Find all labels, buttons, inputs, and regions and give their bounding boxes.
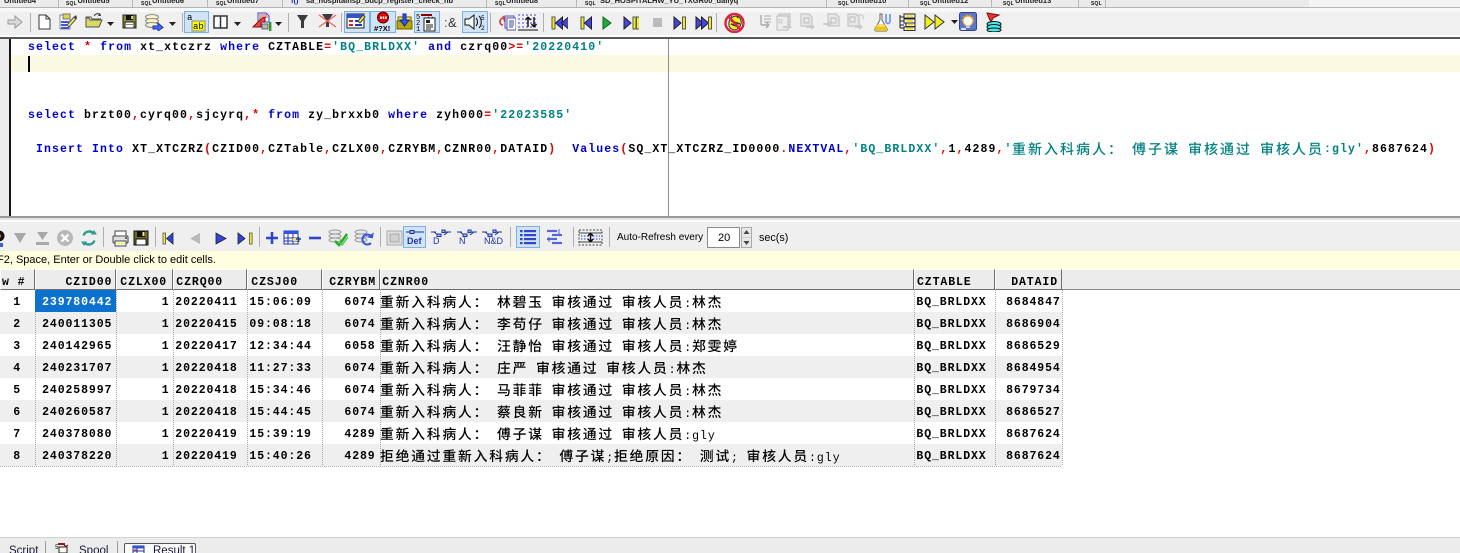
svg-text::gly: :gly bbox=[684, 430, 716, 443]
svg-text:;: ; bbox=[731, 452, 747, 465]
svg-text:&: & bbox=[448, 15, 457, 30]
svg-text::: : bbox=[684, 342, 692, 355]
svg-text::: : bbox=[668, 364, 676, 377]
svg-text:Def: Def bbox=[407, 236, 423, 246]
svg-text:5: 5 bbox=[481, 15, 485, 22]
svg-text:5: 5 bbox=[55, 544, 59, 551]
svg-text:#?X!: #?X! bbox=[374, 24, 390, 32]
svg-text:R: R bbox=[778, 19, 783, 26]
svg-text:ab: ab bbox=[193, 22, 204, 32]
svg-text::: : bbox=[684, 320, 692, 333]
svg-text::: : bbox=[684, 298, 692, 311]
svg-text:N: N bbox=[459, 236, 466, 246]
svg-text:1: 1 bbox=[416, 26, 420, 32]
svg-text::: : bbox=[684, 386, 692, 399]
svg-text::gly: :gly bbox=[809, 452, 841, 465]
svg-text:;: ; bbox=[606, 452, 614, 465]
svg-text:2: 2 bbox=[481, 25, 485, 32]
svg-text::: : bbox=[684, 408, 692, 421]
svg-text:D: D bbox=[433, 236, 440, 246]
svg-text:N&D: N&D bbox=[484, 236, 503, 246]
